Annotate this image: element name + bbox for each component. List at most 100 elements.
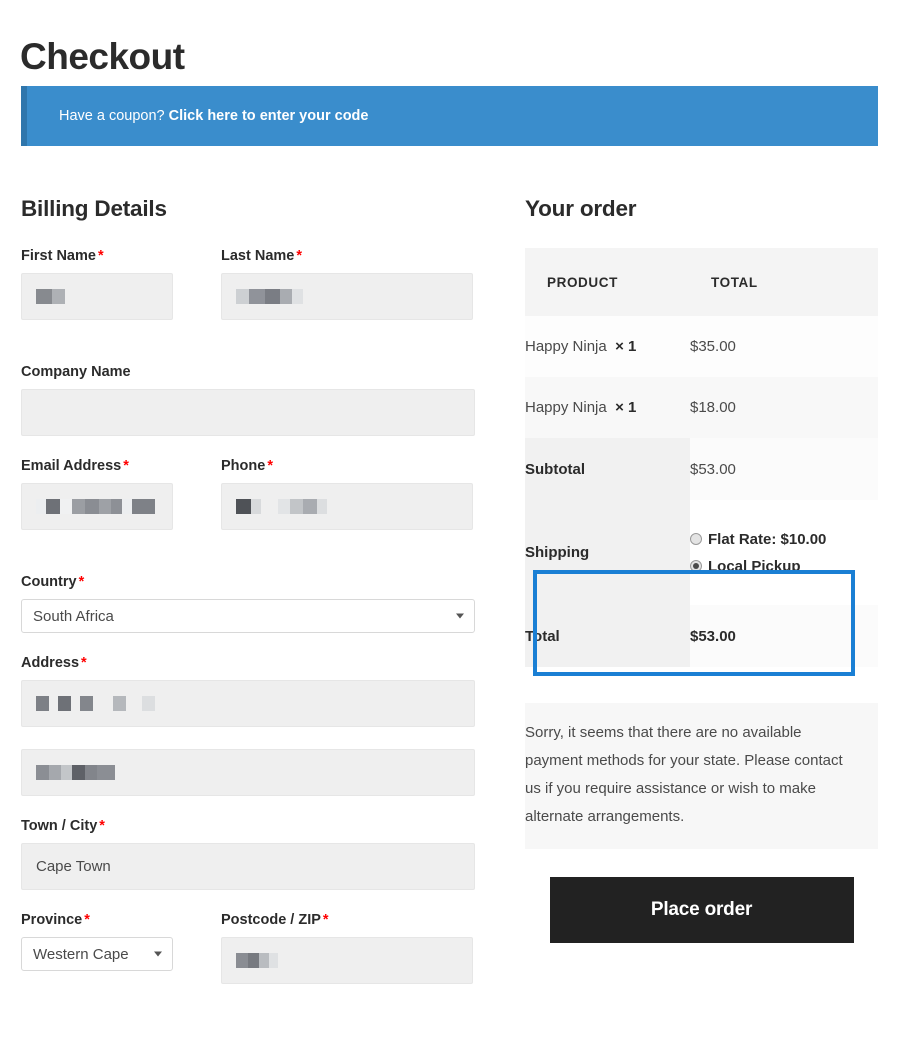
phone-label-text: Phone	[221, 458, 265, 474]
coupon-banner[interactable]: Have a coupon? Click here to enter your …	[21, 86, 878, 146]
shipping-method-list: Flat Rate: $10.00 Local Pickup	[690, 526, 878, 580]
phone-label: Phone*	[221, 458, 473, 474]
postcode-field: Postcode / ZIP*	[221, 912, 473, 984]
place-order-button[interactable]: Place order	[550, 877, 854, 943]
address-field: Address*	[21, 655, 475, 727]
country-label-text: Country	[21, 574, 77, 590]
billing-details-heading: Billing Details	[21, 196, 475, 222]
coupon-enter-code-link[interactable]: Click here to enter your code	[169, 108, 369, 124]
required-marker: *	[79, 574, 85, 590]
address-label: Address*	[21, 655, 475, 671]
province-select[interactable]: Western Cape	[21, 937, 173, 971]
subtotal-label: Subtotal	[525, 438, 690, 500]
order-table-header-row: PRODUCT TOTAL	[525, 248, 878, 316]
order-total-row: Total $53.00	[525, 605, 878, 667]
required-marker: *	[296, 248, 302, 264]
province-selected-value: Western Cape	[33, 946, 129, 963]
last-name-label: Last Name*	[221, 248, 473, 264]
company-name-input[interactable]	[21, 389, 475, 436]
phone-input[interactable]	[221, 483, 473, 530]
order-summary-section: Your order PRODUCT TOTAL Happy Ninja × 1…	[525, 196, 878, 943]
order-total-label: Total	[525, 605, 690, 667]
order-table-wrapper: PRODUCT TOTAL Happy Ninja × 1 $35.00 Hap…	[525, 248, 878, 667]
shipping-options-cell: Flat Rate: $10.00 Local Pickup	[690, 500, 878, 605]
column-header-total: TOTAL	[690, 248, 878, 316]
company-name-field: Company Name	[21, 364, 475, 436]
payment-methods-notice: Sorry, it seems that there are no availa…	[525, 703, 878, 849]
name-row: First Name* Last Name*	[21, 248, 475, 342]
required-marker: *	[99, 818, 105, 834]
shipping-option-flat-rate-label: Flat Rate: $10.00	[708, 531, 826, 548]
country-field: Country* South Africa	[21, 574, 475, 633]
email-address-label-text: Email Address	[21, 458, 121, 474]
postcode-label-text: Postcode / ZIP	[221, 912, 321, 928]
shipping-row: Shipping Flat Rate: $10.00 Local Pickup	[525, 500, 878, 605]
postcode-label: Postcode / ZIP*	[221, 912, 473, 928]
radio-icon-flat-rate[interactable]	[690, 533, 702, 545]
required-marker: *	[98, 248, 104, 264]
country-selected-value: South Africa	[33, 608, 114, 625]
required-marker: *	[84, 912, 90, 928]
order-total-value: $53.00	[690, 605, 878, 667]
required-marker: *	[323, 912, 329, 928]
province-field: Province* Western Cape	[21, 912, 173, 984]
product-total-cell: $18.00	[690, 377, 878, 438]
redacted-value	[236, 938, 278, 983]
product-name-cell: Happy Ninja × 1	[525, 316, 690, 377]
town-city-label-text: Town / City	[21, 818, 97, 834]
shipping-option-local-pickup-label: Local Pickup	[708, 558, 801, 575]
chevron-down-icon	[456, 614, 464, 619]
address-line1-input[interactable]	[21, 680, 475, 727]
redacted-value	[36, 274, 65, 319]
town-city-field: Town / City* Cape Town	[21, 818, 475, 890]
region-row: Province* Western Cape Postcode / ZIP*	[21, 912, 475, 1006]
phone-field: Phone*	[221, 458, 473, 530]
town-city-label: Town / City*	[21, 818, 475, 834]
product-name: Happy Ninja	[525, 399, 607, 416]
country-label: Country*	[21, 574, 475, 590]
town-city-input[interactable]: Cape Town	[21, 843, 475, 890]
coupon-prompt-text: Have a coupon?	[59, 108, 165, 124]
last-name-field: Last Name*	[221, 248, 473, 320]
required-marker: *	[123, 458, 129, 474]
table-row: Happy Ninja × 1 $35.00	[525, 316, 878, 377]
required-marker: *	[267, 458, 273, 474]
product-name-cell: Happy Ninja × 1	[525, 377, 690, 438]
order-table-head: PRODUCT TOTAL	[525, 248, 878, 316]
last-name-input[interactable]	[221, 273, 473, 320]
postcode-input[interactable]	[221, 937, 473, 984]
shipping-option-flat-rate[interactable]: Flat Rate: $10.00	[690, 526, 878, 553]
radio-icon-local-pickup[interactable]	[690, 560, 702, 572]
country-select[interactable]: South Africa	[21, 599, 475, 633]
email-address-input[interactable]	[21, 483, 173, 530]
product-quantity: × 1	[615, 399, 636, 416]
order-table: PRODUCT TOTAL Happy Ninja × 1 $35.00 Hap…	[525, 248, 878, 667]
address-line2-input[interactable]	[21, 749, 475, 796]
coupon-prompt: Have a coupon? Click here to enter your …	[27, 108, 368, 124]
place-order-container: Place order	[525, 877, 878, 943]
table-row: Happy Ninja × 1 $18.00	[525, 377, 878, 438]
product-name: Happy Ninja	[525, 338, 607, 355]
redacted-value	[36, 681, 155, 726]
your-order-heading: Your order	[525, 196, 878, 222]
redacted-value	[236, 274, 303, 319]
redacted-value	[36, 484, 155, 529]
shipping-option-local-pickup[interactable]: Local Pickup	[690, 553, 878, 580]
company-name-label: Company Name	[21, 364, 475, 380]
redacted-value	[36, 750, 115, 795]
redacted-value	[236, 484, 327, 529]
order-table-body: Happy Ninja × 1 $35.00 Happy Ninja × 1 $…	[525, 316, 878, 667]
subtotal-row: Subtotal $53.00	[525, 438, 878, 500]
first-name-label: First Name*	[21, 248, 173, 264]
product-quantity: × 1	[615, 338, 636, 355]
product-total-cell: $35.00	[690, 316, 878, 377]
first-name-input[interactable]	[21, 273, 173, 320]
company-name-label-text: Company Name	[21, 364, 131, 380]
first-name-label-text: First Name	[21, 248, 96, 264]
province-label: Province*	[21, 912, 173, 928]
billing-details-section: Billing Details First Name* Last Name*	[21, 196, 475, 1028]
province-label-text: Province	[21, 912, 82, 928]
email-address-label: Email Address*	[21, 458, 173, 474]
address-label-text: Address	[21, 655, 79, 671]
subtotal-value: $53.00	[690, 438, 878, 500]
